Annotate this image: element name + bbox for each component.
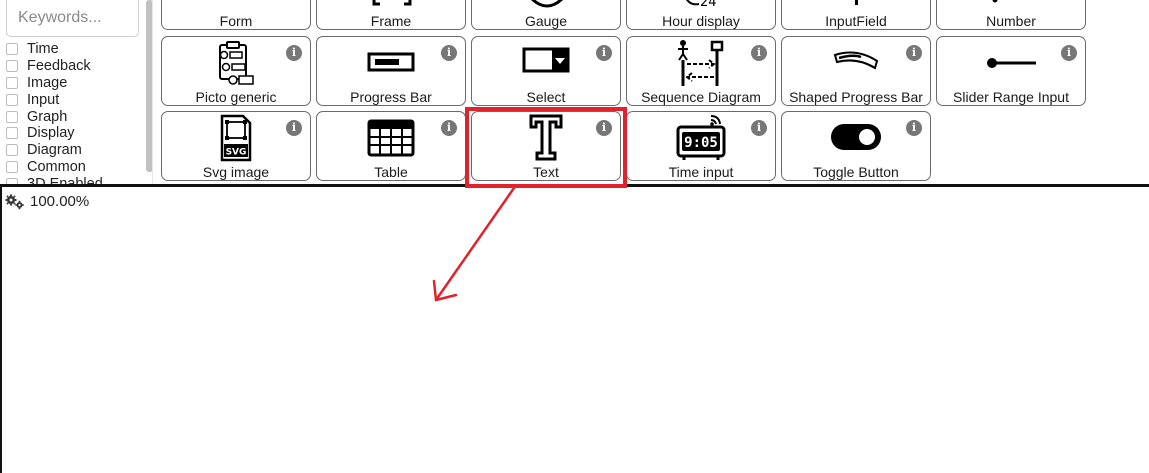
category-checkbox[interactable] xyxy=(6,93,18,106)
category-item-image[interactable]: Image xyxy=(6,75,144,92)
progress-bar-icon xyxy=(367,52,415,72)
search-input[interactable] xyxy=(6,0,139,37)
svg-image-icon: SVG xyxy=(220,114,252,162)
category-checkbox[interactable] xyxy=(6,43,18,56)
zoom-indicator: 100.00% xyxy=(5,193,89,210)
category-filter-list: Time Feedback Image Input Graph Display … xyxy=(6,41,144,185)
category-checkbox[interactable] xyxy=(6,144,18,157)
category-label: Input xyxy=(27,91,60,108)
category-label: Graph xyxy=(27,108,68,125)
widget-tile-slider-range-input[interactable]: i Slider Range Input xyxy=(936,36,1086,106)
widget-label: Select xyxy=(526,89,566,105)
widget-label: Number xyxy=(986,13,1036,29)
info-icon[interactable]: i xyxy=(751,45,767,61)
widget-label: Hour display xyxy=(662,13,740,29)
widget-tile-inputfield[interactable]: InputField xyxy=(781,0,931,30)
gauge-icon xyxy=(531,0,563,8)
info-icon[interactable]: i xyxy=(906,120,922,136)
category-item-time[interactable]: Time xyxy=(6,41,144,58)
category-checkbox[interactable] xyxy=(6,160,18,173)
widget-tile-frame[interactable]: Frame xyxy=(316,0,466,30)
hour-display-icon: 24 xyxy=(686,0,717,9)
widget-label: Svg image xyxy=(202,164,270,180)
info-icon[interactable]: i xyxy=(596,45,612,61)
sequence-diagram-icon xyxy=(678,40,724,86)
info-icon[interactable]: i xyxy=(1061,45,1077,61)
widget-tile-toggle-button[interactable]: i Toggle Button xyxy=(781,111,931,181)
category-label: Feedback xyxy=(27,58,91,75)
widget-label: Frame xyxy=(370,13,412,29)
widget-label: Progress Bar xyxy=(350,89,432,105)
category-checkbox[interactable] xyxy=(6,127,18,140)
widget-tile-progress-bar[interactable]: i Progress Bar xyxy=(316,36,466,106)
widget-tile-shaped-progress-bar[interactable]: i Shaped Progress Bar xyxy=(781,36,931,106)
svg-badge-text: SVG xyxy=(226,148,247,158)
zoom-level: 100.00% xyxy=(30,193,90,210)
widget-label: Table xyxy=(374,164,408,180)
category-checkbox[interactable] xyxy=(6,60,18,73)
select-icon xyxy=(522,47,570,73)
picto-generic-icon xyxy=(219,41,254,85)
category-item-feedback[interactable]: Feedback xyxy=(6,58,144,75)
category-label: Display xyxy=(27,125,75,142)
table-icon xyxy=(367,119,415,157)
time-display-text: 9:05 xyxy=(684,135,718,151)
category-checkbox[interactable] xyxy=(6,76,18,89)
widget-tile-hour-display[interactable]: 24 Hour display xyxy=(626,0,776,30)
category-label: Diagram xyxy=(27,142,82,159)
design-canvas[interactable] xyxy=(0,184,1149,473)
category-item-graph[interactable]: Graph xyxy=(6,108,144,125)
category-item-diagram[interactable]: Diagram xyxy=(6,142,144,159)
widget-label: Form xyxy=(219,13,253,29)
info-icon[interactable]: i xyxy=(441,120,457,136)
widget-label: Picto generic xyxy=(195,89,277,105)
gears-icon[interactable] xyxy=(5,194,25,210)
widget-tile-number[interactable]: Number xyxy=(936,0,1086,30)
category-label: Common xyxy=(27,158,86,175)
category-checkbox[interactable] xyxy=(6,110,18,123)
inputfield-icon xyxy=(855,0,858,5)
widget-label: Gauge xyxy=(524,13,568,29)
widget-label: Time input xyxy=(668,164,734,180)
widget-tile-picto-generic[interactable]: i Picto generic xyxy=(161,36,311,106)
category-label: Time xyxy=(27,41,59,58)
palette-divider xyxy=(152,0,153,185)
widget-label: Sequence Diagram xyxy=(641,89,761,105)
widget-tile-select[interactable]: i Select xyxy=(471,36,621,106)
slider-range-icon xyxy=(987,58,1036,68)
info-icon[interactable]: i xyxy=(286,120,302,136)
category-item-input[interactable]: Input xyxy=(6,91,144,108)
shaped-progress-bar-icon xyxy=(833,51,879,70)
info-icon[interactable]: i xyxy=(286,45,302,61)
widget-tile-time-input[interactable]: 9:05 i Time input xyxy=(626,111,776,181)
widget-label: Shaped Progress Bar xyxy=(789,89,923,105)
widget-label: Toggle Button xyxy=(813,164,899,180)
widget-tile-form[interactable]: Form xyxy=(161,0,311,30)
category-item-display[interactable]: Display xyxy=(6,125,144,142)
widget-label: Slider Range Input xyxy=(953,89,1069,105)
info-icon[interactable]: i xyxy=(906,45,922,61)
frame-icon xyxy=(372,0,412,6)
number-icon xyxy=(992,0,998,3)
toggle-icon xyxy=(831,124,881,150)
widget-tile-svg-image[interactable]: SVG i Svg image xyxy=(161,111,311,181)
time-input-icon: 9:05 xyxy=(676,115,726,160)
category-label: Image xyxy=(27,74,68,91)
category-item-common[interactable]: Common xyxy=(6,159,144,176)
info-icon[interactable]: i xyxy=(441,45,457,61)
info-icon[interactable]: i xyxy=(751,120,767,136)
widget-label: InputField xyxy=(825,13,887,29)
highlight-box xyxy=(465,107,627,188)
clipped-hour-text: 24 xyxy=(700,0,717,9)
widget-tile-table[interactable]: i Table xyxy=(316,111,466,181)
widget-tile-sequence-diagram[interactable]: i Sequence Diagram xyxy=(626,36,776,106)
widget-tile-gauge[interactable]: Gauge xyxy=(471,0,621,30)
